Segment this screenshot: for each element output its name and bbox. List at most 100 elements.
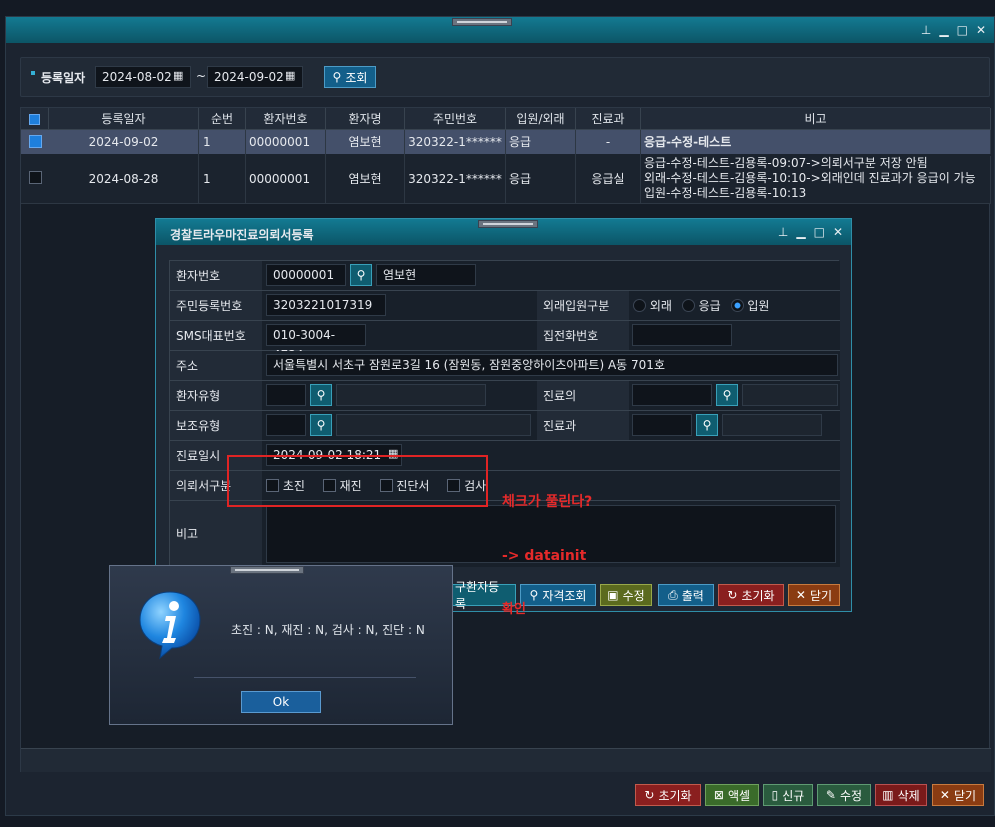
- dialog-edit-button[interactable]: ▣ 수정: [600, 584, 652, 606]
- cell-type: 응급: [506, 154, 576, 204]
- patient-no-input[interactable]: 00000001: [266, 264, 346, 286]
- select-all-checkbox[interactable]: [29, 114, 40, 125]
- divider: [194, 677, 416, 678]
- annotation-text: 체크가 풀린다? -> datainit 확인: [502, 494, 593, 617]
- doctor-search-button[interactable]: ⚲: [716, 384, 738, 406]
- refresh-icon: ↻: [727, 588, 738, 602]
- address-label: 주소: [170, 351, 262, 381]
- col-header[interactable]: 비고: [641, 108, 991, 130]
- close-button[interactable]: ✕ 닫기: [932, 784, 984, 806]
- cell-name: 염보현: [326, 154, 405, 204]
- close-icon: ✕: [795, 588, 806, 602]
- drag-grip-icon[interactable]: [230, 566, 304, 574]
- cell-dept: 응급실: [576, 154, 641, 204]
- maximize-icon[interactable]: □: [957, 23, 968, 37]
- patient-search-button[interactable]: ⚲: [350, 264, 372, 286]
- col-header[interactable]: 등록일자: [49, 108, 199, 130]
- rrn-input[interactable]: 3203221017319: [266, 294, 386, 316]
- minimize-icon[interactable]: ▁: [939, 23, 948, 37]
- close-icon[interactable]: ✕: [833, 225, 843, 239]
- patient-type-code-input[interactable]: [266, 384, 306, 406]
- range-tilde: ~: [196, 69, 207, 83]
- reset-button[interactable]: ↻ 초기화: [635, 784, 701, 806]
- dept-label: 진료과: [537, 411, 629, 441]
- radio-emergency[interactable]: [681, 299, 695, 312]
- cell-patient-no: 00000001: [246, 154, 326, 204]
- sms-label: SMS대표번호: [170, 321, 262, 351]
- message-text: 초진 : N, 재진 : N, 검사 : N, 진단 : N: [231, 623, 425, 637]
- patient-no-label: 환자번호: [170, 261, 262, 291]
- drag-grip-icon[interactable]: [478, 220, 538, 228]
- patient-name-input[interactable]: 염보현: [376, 264, 476, 286]
- radio-outpatient[interactable]: [633, 299, 646, 312]
- address-input[interactable]: 서울특별시 서초구 잠원로3길 16 (잠원동, 잠원중앙하이츠아파트) A동 …: [266, 354, 838, 376]
- sub-type-code-input[interactable]: [266, 414, 306, 436]
- doctor-name-input[interactable]: [742, 384, 838, 406]
- dept-name-input[interactable]: [722, 414, 822, 436]
- drag-grip-icon[interactable]: [452, 18, 512, 26]
- cell-seq: 1: [199, 130, 246, 154]
- excel-button[interactable]: ⊠ 액셀: [705, 784, 759, 806]
- document-icon: ▯: [771, 788, 779, 802]
- dialog-close-button[interactable]: ✕ 닫기: [788, 584, 840, 606]
- row-checkbox[interactable]: [28, 135, 42, 148]
- cell-name: 염보현: [326, 130, 405, 154]
- dept-code-input[interactable]: [632, 414, 692, 436]
- home-phone-input[interactable]: [632, 324, 732, 346]
- filter-label: 등록일자: [41, 71, 86, 85]
- sms-input[interactable]: 010-3004-4734: [266, 324, 366, 362]
- dept-search-button[interactable]: ⚲: [696, 414, 718, 436]
- radio-inpatient[interactable]: [730, 299, 744, 312]
- patient-type-name-input[interactable]: [336, 384, 486, 406]
- printer-icon: ⎙: [668, 587, 678, 602]
- table-row[interactable]: 2024-08-28 1 00000001 염보현 320322-1******…: [21, 154, 991, 204]
- delete-button[interactable]: ▥ 삭제: [875, 784, 927, 806]
- calendar-icon[interactable]: ▦: [173, 69, 183, 82]
- edit-button[interactable]: ✎ 수정: [817, 784, 871, 806]
- print-button[interactable]: ⎙ 출력: [658, 584, 714, 606]
- filter-panel: 등록일자 2024-08-02 ▦ ~ 2024-09-02 ▦ ⚲ 조회: [20, 57, 990, 97]
- col-header[interactable]: 입원/외래: [506, 108, 576, 130]
- dialog-title-bar[interactable]: 경찰트라우마진료의뢰서등록 ⊥ ▁ □ ✕: [156, 219, 851, 245]
- main-title-bar[interactable]: ⊥ ▁ □ ✕: [6, 17, 994, 43]
- col-header[interactable]: 순번: [199, 108, 246, 130]
- search-icon: ⚲: [316, 388, 326, 402]
- row-checkbox[interactable]: [28, 171, 42, 184]
- maximize-icon[interactable]: □: [814, 225, 825, 239]
- sub-type-name-input[interactable]: [336, 414, 531, 436]
- inout-label: 외래입원구분: [537, 291, 629, 321]
- search-icon: ⚲: [332, 70, 342, 84]
- select-all-header[interactable]: [21, 108, 49, 130]
- wrench-icon: ✎: [825, 788, 836, 802]
- cell-dept: -: [576, 130, 641, 154]
- pin-icon[interactable]: ⊥: [921, 23, 931, 37]
- search-button[interactable]: ⚲ 조회: [324, 66, 376, 88]
- patient-type-label: 환자유형: [170, 381, 262, 411]
- doctor-code-input[interactable]: [632, 384, 712, 406]
- ok-button[interactable]: Ok: [241, 691, 321, 713]
- dialog-reset-button[interactable]: ↻ 초기화: [718, 584, 784, 606]
- memo-label: 비고: [170, 501, 262, 567]
- excel-icon: ⊠: [713, 788, 724, 802]
- trash-icon: ▥: [882, 788, 894, 802]
- search-icon: ⚲: [702, 418, 712, 432]
- pin-icon[interactable]: ⊥: [778, 225, 788, 239]
- refresh-icon: ↻: [644, 788, 655, 802]
- cell-type: 응급: [506, 130, 576, 154]
- sub-type-label: 보조유형: [170, 411, 262, 441]
- col-header[interactable]: 진료과: [576, 108, 641, 130]
- patient-type-search-button[interactable]: ⚲: [310, 384, 332, 406]
- inout-radio-group: 외래 응급 입원: [629, 291, 840, 321]
- col-header[interactable]: 환자번호: [246, 108, 326, 130]
- new-button[interactable]: ▯ 신규: [763, 784, 813, 806]
- sub-type-search-button[interactable]: ⚲: [310, 414, 332, 436]
- col-header[interactable]: 환자명: [326, 108, 405, 130]
- minimize-icon[interactable]: ▁: [796, 225, 805, 239]
- calendar-icon[interactable]: ▦: [285, 69, 295, 82]
- cell-seq: 1: [199, 154, 246, 204]
- doctor-label: 진료의: [537, 381, 629, 411]
- cell-date: 2024-09-02: [49, 130, 199, 154]
- table-row[interactable]: 2024-09-02 1 00000001 염보현 320322-1******…: [21, 130, 991, 154]
- close-icon[interactable]: ✕: [976, 23, 986, 37]
- col-header[interactable]: 주민번호: [405, 108, 506, 130]
